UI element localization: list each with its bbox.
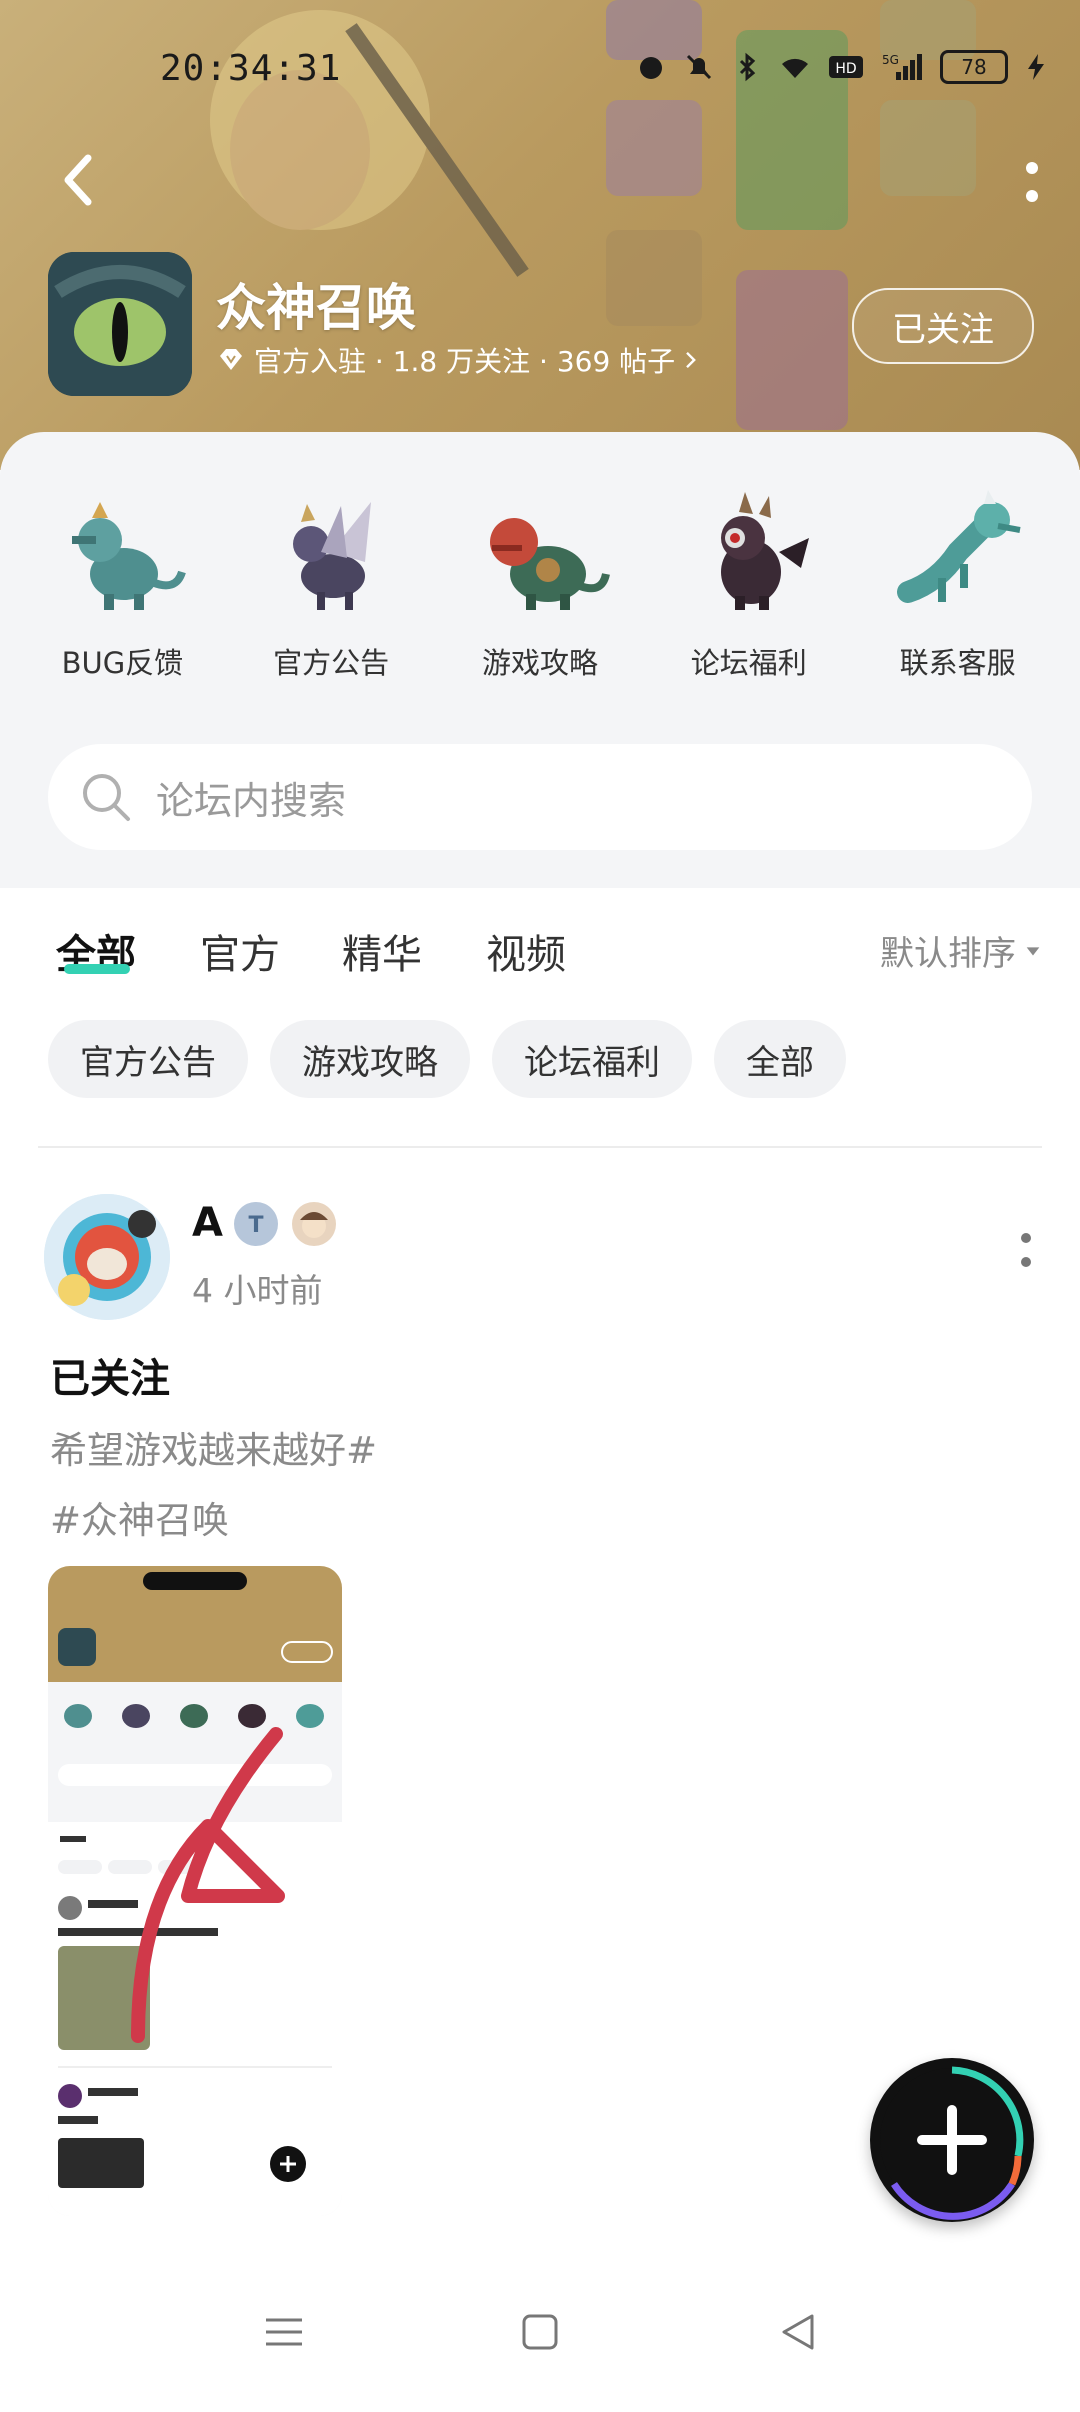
create-post-button[interactable] (870, 2058, 1034, 2222)
shortcut-support[interactable]: 联系客服 (873, 482, 1043, 682)
post-image-thumbnail[interactable] (48, 1566, 342, 2216)
active-tab-indicator (64, 964, 130, 974)
chip-guide[interactable]: 游戏攻略 (270, 1020, 470, 1098)
tab-official[interactable]: 官方 (200, 922, 280, 980)
search-placeholder: 论坛内搜索 (156, 778, 347, 823)
svg-text:5G: 5G (882, 53, 899, 67)
shortcut-label: 游戏攻略 (481, 646, 598, 680)
charging-icon (1028, 54, 1044, 80)
post-author[interactable]: A (192, 1200, 223, 1246)
shortcut-bug-report[interactable]: BUG反馈 (37, 482, 207, 682)
shortcut-label: BUG反馈 (61, 646, 184, 680)
avatar[interactable] (44, 1194, 170, 1320)
menu-icon[interactable] (258, 2306, 310, 2358)
search-icon (83, 774, 130, 821)
shortcut-welfare[interactable]: 论坛福利 (664, 482, 834, 682)
hd-icon: HD (829, 56, 863, 78)
dragon-eye-icon (48, 252, 192, 396)
svg-text:T: T (248, 1213, 263, 1238)
shortcut-label: 论坛福利 (690, 646, 807, 680)
back-button[interactable] (58, 150, 98, 210)
post-hashtag[interactable]: #众神召唤 (50, 1486, 950, 1556)
forum-search-input[interactable]: 论坛内搜索 (48, 744, 1032, 850)
post-more-button[interactable] (1020, 1232, 1032, 1268)
tab-video[interactable]: 视频 (486, 922, 566, 980)
forum-top-panel: BUG反馈 官方公告 游戏攻略 论坛福利 联系客服 论坛内搜索 (0, 432, 1080, 888)
sort-dropdown[interactable]: 默认排序 (880, 926, 1042, 975)
status-time: 20:34:31 (160, 48, 342, 89)
sort-label: 默认排序 (880, 934, 1016, 974)
forum-meta[interactable]: 官方入驻 · 1.8 万关注 · 369 帖子 (216, 340, 699, 380)
shortcut-guide[interactable]: 游戏攻略 (455, 482, 625, 682)
post-title: 已关注 (50, 1356, 170, 1402)
item-tile (606, 230, 702, 326)
system-nav-bar (0, 2262, 1080, 2412)
dragon-announcement-icon (293, 502, 372, 610)
forum-meta-text: 官方入驻 · 1.8 万关注 · 369 帖子 (254, 345, 676, 378)
shortcut-announcement[interactable]: 官方公告 (246, 482, 416, 682)
avatar-image (44, 1194, 170, 1320)
post-body-line: 希望游戏越来越好# (50, 1429, 378, 1472)
item-tile (736, 270, 848, 430)
bluetooth-icon (739, 52, 756, 82)
caret-down-icon (1026, 946, 1040, 955)
back-nav-icon[interactable] (772, 2306, 824, 2358)
post-body: 希望游戏越来越好# #众神召唤 (50, 1416, 950, 1556)
item-tile (606, 100, 702, 196)
more-options-button[interactable] (1024, 160, 1040, 204)
category-chips: 官方公告 游戏攻略 论坛福利 全部 (48, 1020, 846, 1098)
dragon-welfare-icon (720, 492, 809, 610)
dragon-guide-icon (489, 518, 610, 610)
chip-welfare[interactable]: 论坛福利 (492, 1020, 692, 1098)
home-icon[interactable] (514, 2306, 566, 2358)
forum-app-icon (48, 252, 192, 396)
svg-text:HD: HD (835, 61, 856, 77)
character-badge-icon (292, 1202, 336, 1246)
status-bar: 20:34:31 HD 5G 78 (0, 40, 1080, 100)
section-divider (38, 1146, 1042, 1148)
level-badge-icon: T (234, 1202, 278, 1246)
screenshot-preview-image (48, 1566, 342, 2216)
item-tile (880, 100, 976, 196)
tab-featured[interactable]: 精华 (342, 922, 422, 980)
forum-header: 20:34:31 HD 5G 78 众神召唤 官方入驻 · 1.8 万关注 · … (0, 0, 1080, 470)
chevron-right-icon (686, 351, 697, 369)
chip-all[interactable]: 全部 (714, 1020, 846, 1098)
verified-diamond-icon (220, 349, 242, 370)
chip-announcement[interactable]: 官方公告 (48, 1020, 248, 1098)
dragon-bug-report-icon (72, 502, 187, 610)
shortcut-label: 联系客服 (899, 646, 1016, 680)
shortcut-row: BUG反馈 官方公告 游戏攻略 论坛福利 联系客服 (0, 482, 1080, 682)
alarm-icon (640, 57, 662, 79)
plus-icon (880, 2066, 1024, 2220)
mute-icon (686, 54, 712, 80)
status-icons: HD 5G 78 (636, 50, 1046, 84)
follow-button[interactable]: 已关注 (852, 288, 1034, 364)
dragon-support-icon (896, 490, 1021, 603)
signal-5g-icon: 5G (882, 53, 922, 80)
post-timestamp: 4 小时前 (192, 1271, 323, 1310)
wifi-icon (782, 58, 808, 78)
forum-title: 众神召唤 (216, 279, 416, 337)
shortcut-label: 官方公告 (273, 646, 390, 680)
battery-indicator: 78 (940, 50, 1008, 84)
